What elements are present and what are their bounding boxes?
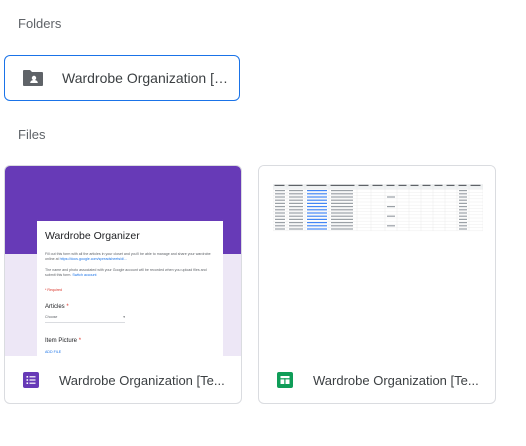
folders-section-label: Folders <box>18 16 62 31</box>
spreadsheet-preview-grid <box>273 184 483 231</box>
folder-item-wardrobe-organization[interactable]: Wardrobe Organization [Te... <box>4 55 240 101</box>
google-sheets-icon <box>277 372 293 388</box>
form-preview-thumbnail: Wardrobe Organizer Fill out this form wi… <box>5 166 241 356</box>
form-add-file-link: ADD FILE <box>45 350 62 354</box>
files-section-label: Files <box>18 127 46 142</box>
sheet-preview-thumbnail <box>259 166 495 356</box>
form-preview-description: Fill out this form with all the articles… <box>45 252 211 277</box>
file-name: Wardrobe Organization [Te... <box>313 372 479 388</box>
form-question-item-picture: Item Picture * <box>45 338 82 344</box>
folder-name: Wardrobe Organization [Te... <box>62 70 232 86</box>
form-preview-title: Wardrobe Organizer <box>45 230 140 242</box>
file-card-wardrobe-sheet[interactable]: Wardrobe Organization [Te... <box>258 165 496 404</box>
file-card-footer: Wardrobe Organization [Te... <box>5 356 241 403</box>
file-name: Wardrobe Organization [Te... <box>59 372 225 388</box>
form-required-note: * Required <box>45 288 62 292</box>
shared-folder-icon <box>22 69 44 87</box>
form-choose-dropdown: Choose ▾ <box>45 315 125 323</box>
google-forms-icon <box>23 372 39 388</box>
file-card-wardrobe-form[interactable]: Wardrobe Organizer Fill out this form wi… <box>4 165 242 404</box>
form-preview-paper: Wardrobe Organizer Fill out this form wi… <box>37 217 223 356</box>
file-card-footer: Wardrobe Organization [Te... <box>259 356 495 403</box>
form-question-articles: Articles * <box>45 304 69 310</box>
